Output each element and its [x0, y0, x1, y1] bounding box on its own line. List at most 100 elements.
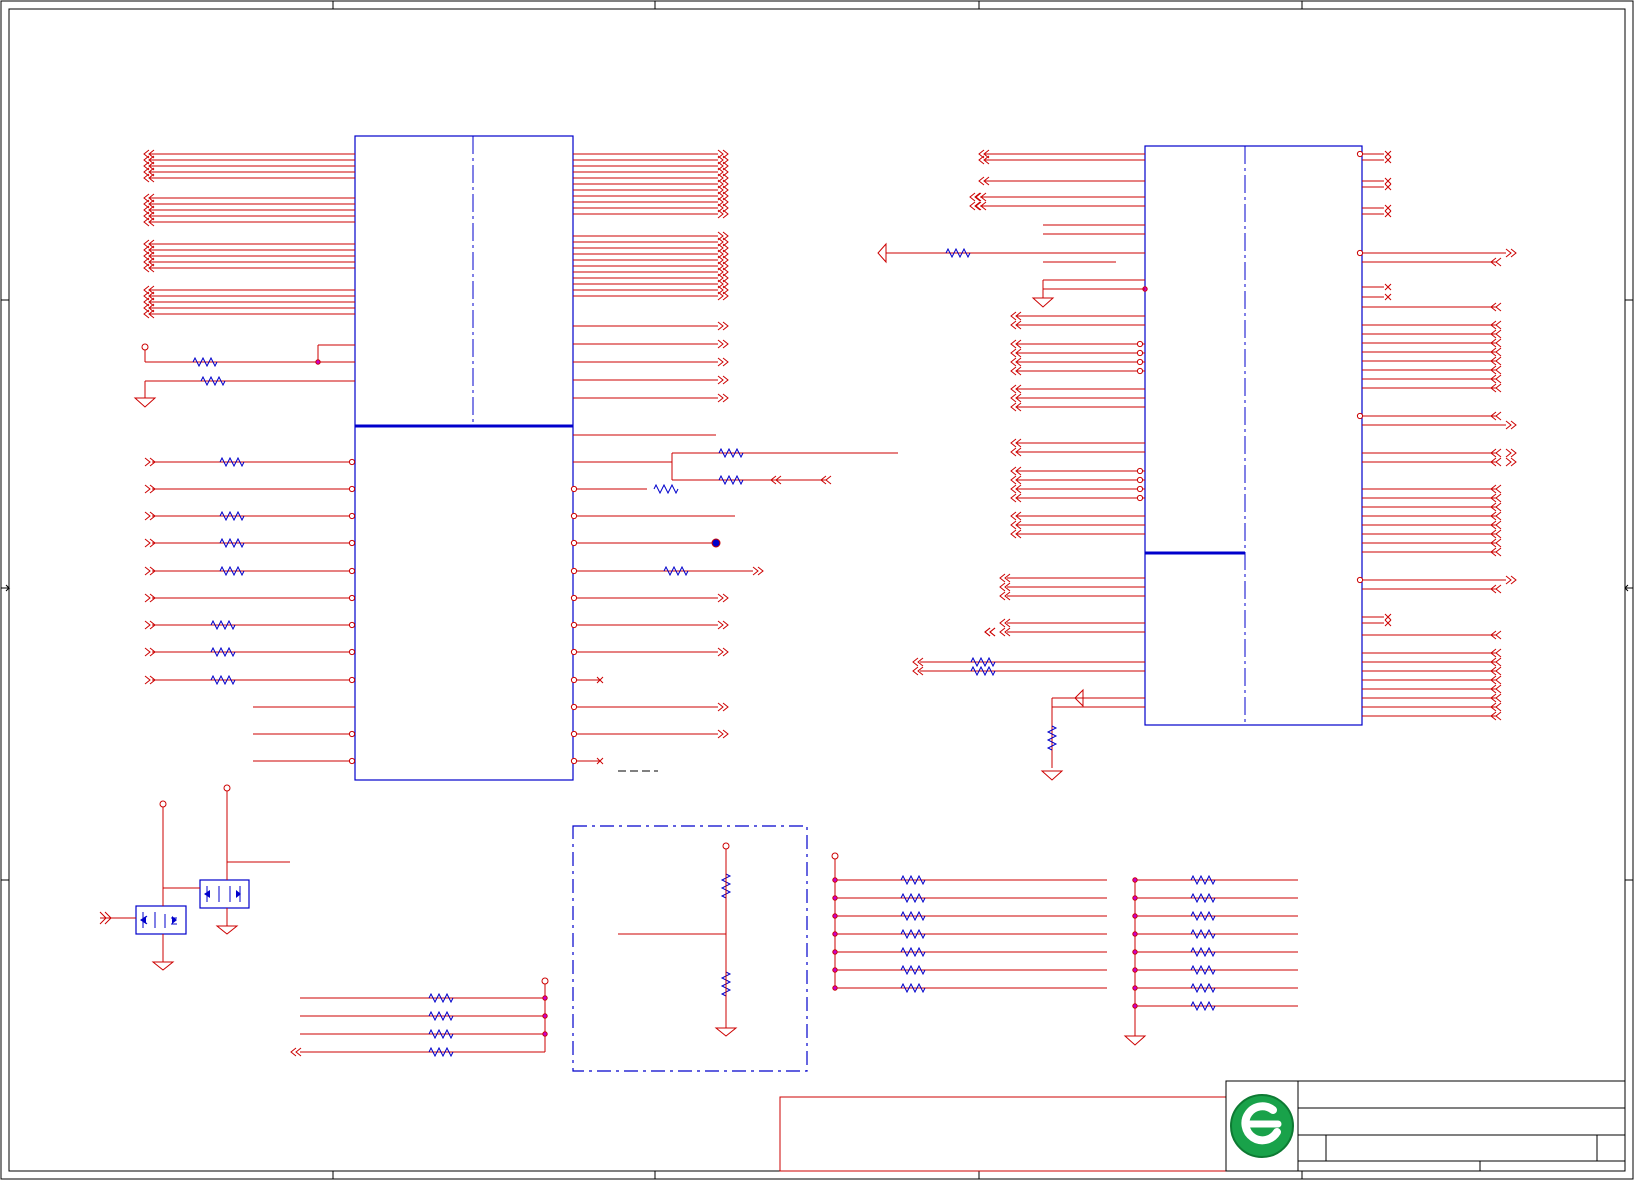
- junction-dot: [1132, 985, 1138, 991]
- port-chevron: [984, 627, 996, 637]
- pin-bubble: [570, 621, 578, 629]
- resistor: [219, 537, 245, 549]
- schematic-sheet: [0, 0, 1634, 1180]
- pin-bubble: [1136, 349, 1144, 357]
- port-chevron: [717, 291, 729, 301]
- pin-bubble: [1136, 494, 1144, 502]
- ic-left: [354, 135, 574, 781]
- ground-symbol: [714, 1027, 738, 1037]
- resistor: [428, 992, 454, 1004]
- ground-symbol: [1031, 297, 1055, 308]
- resistor: [219, 456, 245, 468]
- pin-bubble: [348, 485, 356, 493]
- resistor: [900, 982, 926, 994]
- port-chevron: [1505, 457, 1517, 467]
- junction-dot: [1132, 949, 1138, 955]
- junction-dot: [542, 1031, 548, 1037]
- junction-dot: [832, 877, 838, 883]
- resistor: [1190, 964, 1216, 976]
- resistor: [653, 483, 679, 495]
- ground-symbol: [1040, 770, 1064, 781]
- pin-bubble: [348, 567, 356, 575]
- junction-dot: [1132, 913, 1138, 919]
- ground-symbol: [1123, 1035, 1147, 1046]
- port-chevron: [969, 192, 981, 202]
- pin-bubble: [570, 485, 578, 493]
- resistor: [210, 674, 236, 686]
- no-connect-mark: [1384, 183, 1392, 191]
- ground-symbol: [133, 397, 157, 408]
- pin-bubble: [570, 676, 578, 684]
- port-chevron: [717, 729, 729, 739]
- pin-bubble: [1356, 412, 1364, 420]
- port-chevron: [717, 209, 729, 219]
- resistor: [219, 510, 245, 522]
- pin-bubble: [570, 730, 578, 738]
- pin-bubble: [348, 594, 356, 602]
- ic-right-body: [1144, 145, 1363, 726]
- pin-bubble: [1136, 476, 1144, 484]
- junction-dot: [1132, 931, 1138, 937]
- junction-dot: [832, 949, 838, 955]
- resistor: [970, 656, 996, 668]
- no-connect-mark: [1384, 156, 1392, 164]
- ic-left-body: [354, 135, 574, 781]
- pin-bubble: [1136, 340, 1144, 348]
- resistor: [900, 964, 926, 976]
- pin-bubble: [1136, 467, 1144, 475]
- port-chevron: [717, 647, 729, 657]
- port-chevron: [1505, 575, 1517, 585]
- resistor: [663, 565, 689, 577]
- junction-dot: [542, 1013, 548, 1019]
- port-chevron: [717, 357, 729, 367]
- port-chevron: [717, 393, 729, 403]
- pin-bubble: [1136, 485, 1144, 493]
- no-connect-mark: [1384, 177, 1392, 185]
- power-pin: [141, 343, 149, 351]
- resistor: [192, 356, 218, 368]
- pin-bubble: [1356, 150, 1364, 158]
- dual-mosfet-package-2: [199, 879, 250, 909]
- company-logo-icon: [1230, 1094, 1294, 1158]
- pin-bubble: [570, 594, 578, 602]
- fet-wiring: [99, 784, 290, 971]
- no-connect-mark: [1384, 613, 1392, 621]
- dashed-subcircuit-block: [572, 825, 808, 1072]
- junction-dot: [1132, 1003, 1138, 1009]
- power-flag: [877, 242, 887, 264]
- pin-bubble: [1136, 358, 1144, 366]
- junction-dot: [832, 985, 838, 991]
- resistor: [219, 565, 245, 577]
- pin-bubble: [348, 676, 356, 684]
- junction-dot: [1132, 895, 1138, 901]
- junction-dot: [832, 895, 838, 901]
- port-chevron: [969, 201, 981, 211]
- port-chevron: [717, 593, 729, 603]
- pin-bubble: [570, 703, 578, 711]
- port-chevron: [290, 1047, 302, 1057]
- resistor: [200, 375, 226, 387]
- pin-bubble: [348, 730, 356, 738]
- no-connect-mark: [1384, 204, 1392, 212]
- ic-right: [1144, 145, 1363, 726]
- resistor: [210, 619, 236, 631]
- pin-bubble: [570, 757, 578, 765]
- junction-dot: [832, 967, 838, 973]
- port-chevron: [1505, 420, 1517, 430]
- dual-mosfet-package-1: [135, 905, 187, 935]
- pin-bubble: [570, 512, 578, 520]
- no-connect-mark: [1384, 293, 1392, 301]
- resistor: [900, 892, 926, 904]
- no-connect-mark: [1384, 210, 1392, 218]
- resistor: [970, 665, 996, 677]
- pin-bubble: [348, 757, 356, 765]
- resistor: [1190, 892, 1216, 904]
- pin-bubble: [570, 539, 578, 547]
- pin-bubble: [1356, 576, 1364, 584]
- pin-bubble: [348, 648, 356, 656]
- power-pin: [831, 852, 839, 860]
- junction-dot: [1132, 967, 1138, 973]
- pin-bubble: [348, 512, 356, 520]
- resistor: [900, 910, 926, 922]
- resistor: [428, 1010, 454, 1022]
